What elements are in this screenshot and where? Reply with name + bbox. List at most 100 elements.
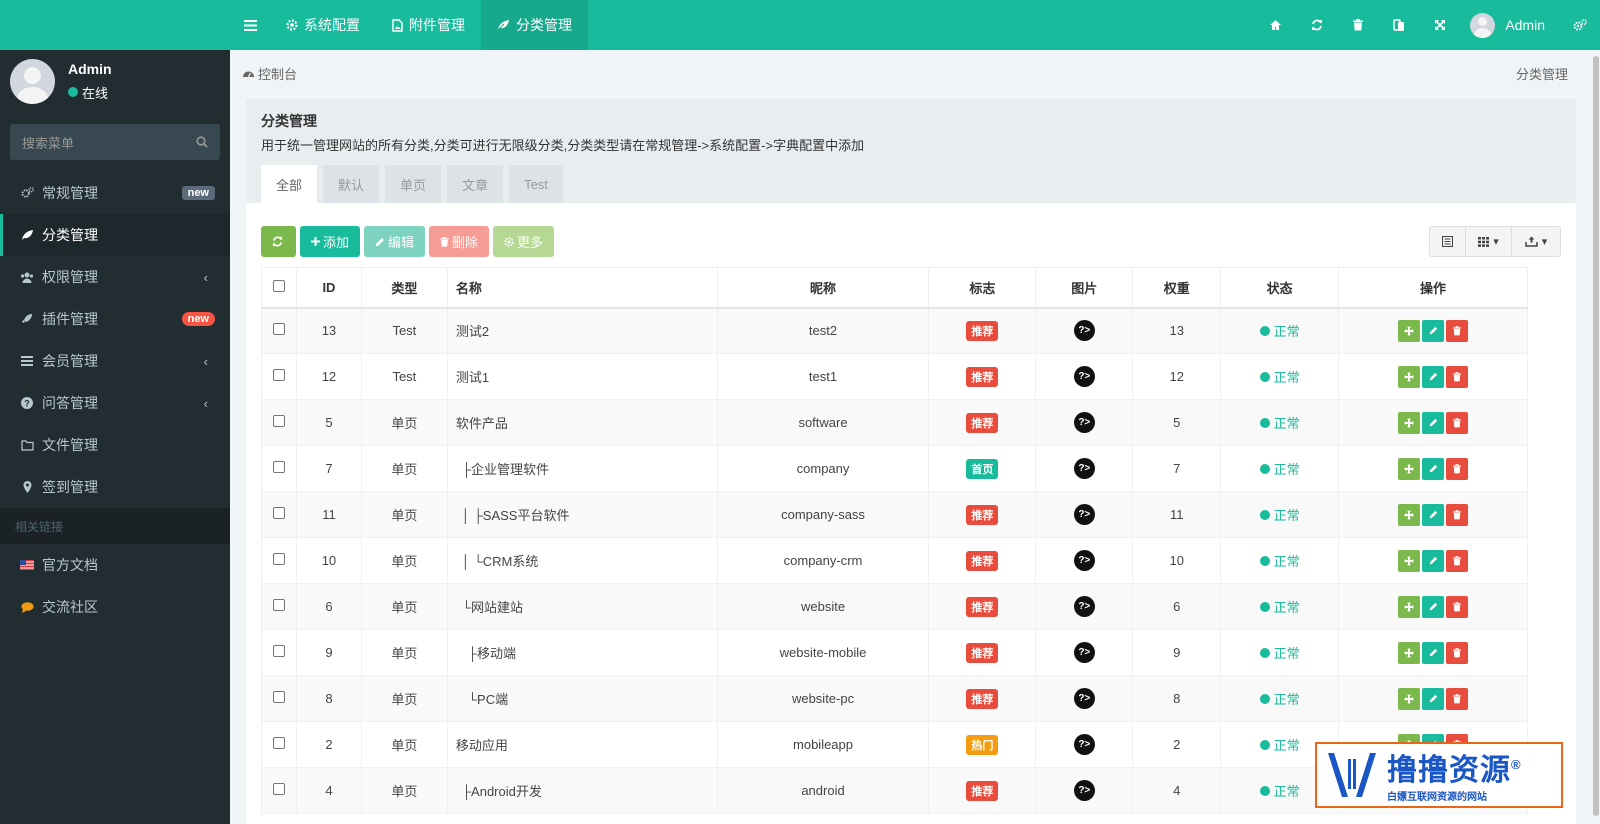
- column-header[interactable]: 昵称: [716, 267, 930, 309]
- sidebar-item[interactable]: 权限管理 ‹: [0, 256, 230, 298]
- image-placeholder-icon[interactable]: ?>: [1073, 550, 1095, 571]
- table-row[interactable]: 9 单页 ├移动端 website-mobile 推荐 ?> 9 正常: [261, 629, 1528, 676]
- status-badge[interactable]: 正常: [1259, 735, 1300, 754]
- top-tab-attachment[interactable]: 附件管理: [376, 0, 481, 50]
- table-row[interactable]: 7 单页 ├企业管理软件 company 首页 ?> 7 正常: [261, 445, 1528, 492]
- column-header[interactable]: 状态: [1220, 267, 1340, 309]
- sidebar-item[interactable]: 交流社区: [0, 586, 230, 628]
- image-placeholder-icon[interactable]: ?>: [1073, 412, 1095, 433]
- tab-type[interactable]: 单页: [385, 165, 442, 203]
- sidebar-item[interactable]: ? 问答管理 ‹: [0, 382, 230, 424]
- row-delete-button[interactable]: [1446, 503, 1469, 526]
- table-row[interactable]: 5 单页 软件产品 software 推荐 ?> 5 正常: [261, 399, 1528, 446]
- edit-button[interactable]: 编辑: [364, 226, 426, 257]
- column-header[interactable]: ID: [295, 267, 362, 309]
- row-checkbox[interactable]: [272, 323, 285, 336]
- row-checkbox[interactable]: [272, 599, 285, 611]
- row-edit-button[interactable]: [1422, 457, 1445, 480]
- tab-type[interactable]: 文章: [447, 165, 504, 203]
- drag-sort-button[interactable]: [1398, 365, 1421, 388]
- drag-sort-button[interactable]: [1398, 503, 1421, 526]
- row-delete-button[interactable]: [1446, 687, 1469, 710]
- row-checkbox[interactable]: [272, 737, 285, 749]
- image-placeholder-icon[interactable]: ?>: [1073, 642, 1095, 663]
- row-checkbox[interactable]: [272, 783, 285, 795]
- row-checkbox[interactable]: [272, 369, 285, 381]
- row-checkbox[interactable]: [272, 507, 285, 519]
- status-badge[interactable]: 正常: [1259, 321, 1300, 340]
- tab-type[interactable]: 默认: [323, 165, 380, 203]
- status-badge[interactable]: 正常: [1259, 689, 1300, 708]
- table-row[interactable]: 11 单页 │ ├SASS平台软件 company-sass 推荐 ?> 11 正常: [261, 491, 1528, 538]
- settings-button[interactable]: [1559, 0, 1600, 50]
- more-button[interactable]: 更多: [493, 226, 555, 257]
- drag-sort-button[interactable]: [1398, 595, 1421, 618]
- column-header[interactable]: 图片: [1035, 267, 1134, 309]
- table-row[interactable]: 13 Test 测试2 test2 推荐 ?> 13 正常: [261, 307, 1528, 354]
- row-delete-button[interactable]: [1446, 595, 1469, 618]
- image-placeholder-icon[interactable]: ?>: [1073, 688, 1095, 709]
- column-header[interactable]: 权重: [1132, 267, 1222, 309]
- row-edit-button[interactable]: [1422, 319, 1445, 342]
- column-header[interactable]: 名称: [446, 267, 718, 309]
- sidebar-toggle-button[interactable]: [230, 0, 270, 50]
- status-badge[interactable]: 正常: [1259, 781, 1300, 800]
- status-badge[interactable]: 正常: [1259, 413, 1300, 432]
- row-edit-button[interactable]: [1422, 641, 1445, 664]
- refresh-button[interactable]: [261, 226, 296, 257]
- row-checkbox[interactable]: [272, 691, 285, 703]
- sidebar-item[interactable]: 会员管理 ‹: [0, 340, 230, 382]
- image-placeholder-icon[interactable]: ?>: [1073, 504, 1095, 525]
- status-badge[interactable]: 正常: [1259, 597, 1300, 616]
- drag-sort-button[interactable]: [1398, 411, 1421, 434]
- status-badge[interactable]: 正常: [1259, 367, 1300, 386]
- drag-sort-button[interactable]: [1398, 641, 1421, 664]
- table-row[interactable]: 10 单页 │ └CRM系统 company-crm 推荐 ?> 10 正常: [261, 537, 1528, 584]
- fullscreen-button[interactable]: [1419, 0, 1460, 50]
- sidebar-item[interactable]: 签到管理: [0, 466, 230, 508]
- row-edit-button[interactable]: [1422, 595, 1445, 618]
- toggle-view-button[interactable]: [1430, 227, 1466, 256]
- clear-cache-button[interactable]: [1337, 0, 1378, 50]
- drag-sort-button[interactable]: [1398, 687, 1421, 710]
- select-all-checkbox[interactable]: [272, 279, 285, 292]
- row-checkbox[interactable]: [272, 553, 285, 565]
- language-button[interactable]: [1378, 0, 1419, 50]
- table-row[interactable]: 6 单页 └网站建站 website 推荐 ?> 6 正常: [261, 583, 1528, 630]
- drag-sort-button[interactable]: [1398, 319, 1421, 342]
- search-icon[interactable]: [196, 136, 208, 148]
- row-edit-button[interactable]: [1422, 365, 1445, 388]
- row-delete-button[interactable]: [1446, 549, 1469, 572]
- row-edit-button[interactable]: [1422, 549, 1445, 572]
- image-placeholder-icon[interactable]: ?>: [1073, 596, 1095, 617]
- sidebar-item[interactable]: 常规管理 new: [0, 172, 230, 214]
- status-badge[interactable]: 正常: [1259, 643, 1300, 662]
- columns-button[interactable]: ▾: [1466, 227, 1512, 256]
- tab-type[interactable]: Test: [509, 165, 563, 203]
- drag-sort-button[interactable]: [1398, 549, 1421, 572]
- sidebar-item[interactable]: 插件管理 new: [0, 298, 230, 340]
- sidebar-item[interactable]: 官方文档: [0, 544, 230, 586]
- export-button[interactable]: ▾: [1512, 227, 1560, 256]
- image-placeholder-icon[interactable]: ?>: [1073, 366, 1095, 387]
- image-placeholder-icon[interactable]: ?>: [1073, 734, 1095, 755]
- row-checkbox[interactable]: [272, 645, 285, 657]
- sidebar-item[interactable]: 文件管理: [0, 424, 230, 466]
- row-delete-button[interactable]: [1446, 457, 1469, 480]
- top-tab-system-config[interactable]: 系统配置: [270, 0, 376, 50]
- sidebar-search-input[interactable]: 搜索菜单: [10, 124, 220, 160]
- add-button[interactable]: 添加: [300, 226, 361, 257]
- breadcrumb-home[interactable]: 控制台: [258, 64, 297, 83]
- column-header[interactable]: 标志: [928, 267, 1037, 309]
- top-tab-category[interactable]: 分类管理: [481, 0, 588, 50]
- refresh-button[interactable]: [1296, 0, 1337, 50]
- row-delete-button[interactable]: [1446, 641, 1469, 664]
- page-scrollbar-thumb[interactable]: [1593, 56, 1599, 816]
- row-delete-button[interactable]: [1446, 411, 1469, 434]
- row-delete-button[interactable]: [1446, 365, 1469, 388]
- status-badge[interactable]: 正常: [1259, 505, 1300, 524]
- status-badge[interactable]: 正常: [1259, 551, 1300, 570]
- row-checkbox[interactable]: [272, 461, 285, 473]
- table-row[interactable]: 8 单页 └PC端 website-pc 推荐 ?> 8 正常: [261, 675, 1528, 722]
- row-edit-button[interactable]: [1422, 503, 1445, 526]
